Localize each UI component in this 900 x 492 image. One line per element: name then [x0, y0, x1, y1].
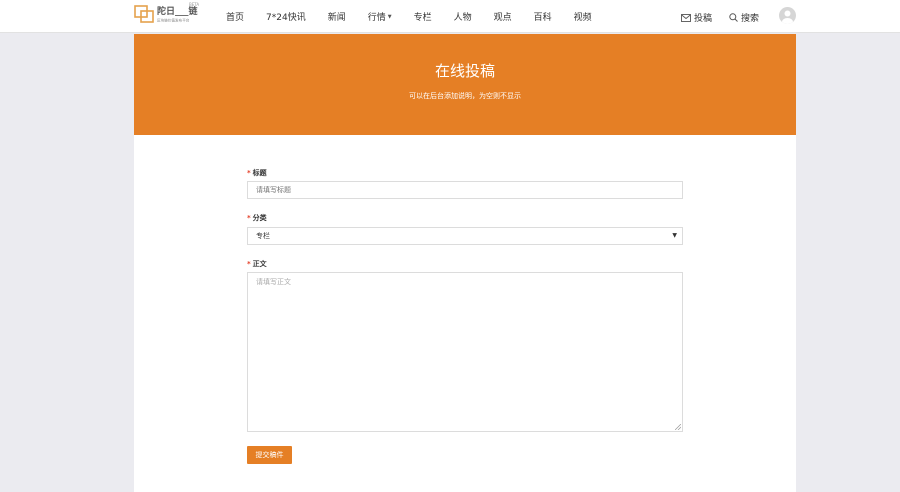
- logo-mark-icon: [134, 5, 154, 23]
- user-icon: [782, 10, 793, 24]
- caret-down-icon: ▼: [672, 232, 677, 239]
- search-link[interactable]: 搜索: [729, 11, 759, 24]
- logo-slogan: 区块链价值发布平台: [157, 18, 190, 23]
- nav-item-wiki[interactable]: 百科: [534, 10, 552, 23]
- envelope-icon: [681, 13, 691, 22]
- nav-item-opinion[interactable]: 观点: [494, 10, 512, 23]
- submit-article-label: 投稿: [694, 14, 713, 24]
- chevron-down-icon: ▼: [387, 14, 392, 20]
- body-field-label: * 正文: [247, 260, 267, 268]
- required-mark: *: [247, 169, 251, 177]
- nav-item-column[interactable]: 专栏: [414, 10, 432, 23]
- search-icon: [729, 13, 738, 22]
- page-subtitle: 可以在后台添加说明，为空则不显示: [409, 92, 521, 100]
- main-nav: 首页 7*24快讯 新闻 行情 ▼ 专栏 人物 观点 百科 视频: [226, 0, 592, 33]
- search-label: 搜索: [741, 14, 760, 24]
- nav-item-news[interactable]: 新闻: [328, 10, 346, 23]
- title-field-label: * 标题: [247, 169, 267, 177]
- top-navbar: 陀日___链 BETA 区块链价值发布平台 首页 7*24快讯 新闻 行情 ▼ 专…: [0, 0, 900, 33]
- site-logo[interactable]: 陀日___链 BETA 区块链价值发布平台: [134, 2, 200, 29]
- submit-article-link[interactable]: 投稿: [681, 11, 712, 24]
- resize-handle-icon[interactable]: [675, 424, 681, 430]
- body-textarea[interactable]: 请填写正文: [247, 272, 683, 432]
- nav-item-people[interactable]: 人物: [454, 10, 472, 23]
- submit-button[interactable]: 提交稿件: [247, 446, 292, 464]
- page-banner: 在线投稿 可以在后台添加说明，为空则不显示: [134, 34, 796, 135]
- category-select[interactable]: 专栏 ▼: [247, 227, 683, 245]
- page-title: 在线投稿: [434, 62, 495, 80]
- nav-item-video[interactable]: 视频: [574, 10, 592, 23]
- body-placeholder: 请填写正文: [256, 278, 291, 286]
- nav-item-market-label: 行情: [367, 13, 386, 23]
- user-avatar[interactable]: [779, 7, 796, 24]
- logo-beta-tag: BETA: [189, 2, 200, 7]
- category-select-value: 专栏: [256, 232, 270, 240]
- category-field-label: * 分类: [247, 214, 267, 222]
- required-mark: *: [247, 260, 251, 268]
- nav-item-market[interactable]: 行情 ▼: [368, 10, 392, 23]
- nav-item-home[interactable]: 首页: [226, 10, 244, 23]
- title-input[interactable]: [247, 181, 683, 199]
- required-mark: *: [247, 214, 251, 222]
- nav-item-flash[interactable]: 7*24快讯: [266, 10, 306, 23]
- submission-panel: 在线投稿 可以在后台添加说明，为空则不显示 *标题 *分类 专栏 ▼ *正文 请…: [134, 34, 796, 492]
